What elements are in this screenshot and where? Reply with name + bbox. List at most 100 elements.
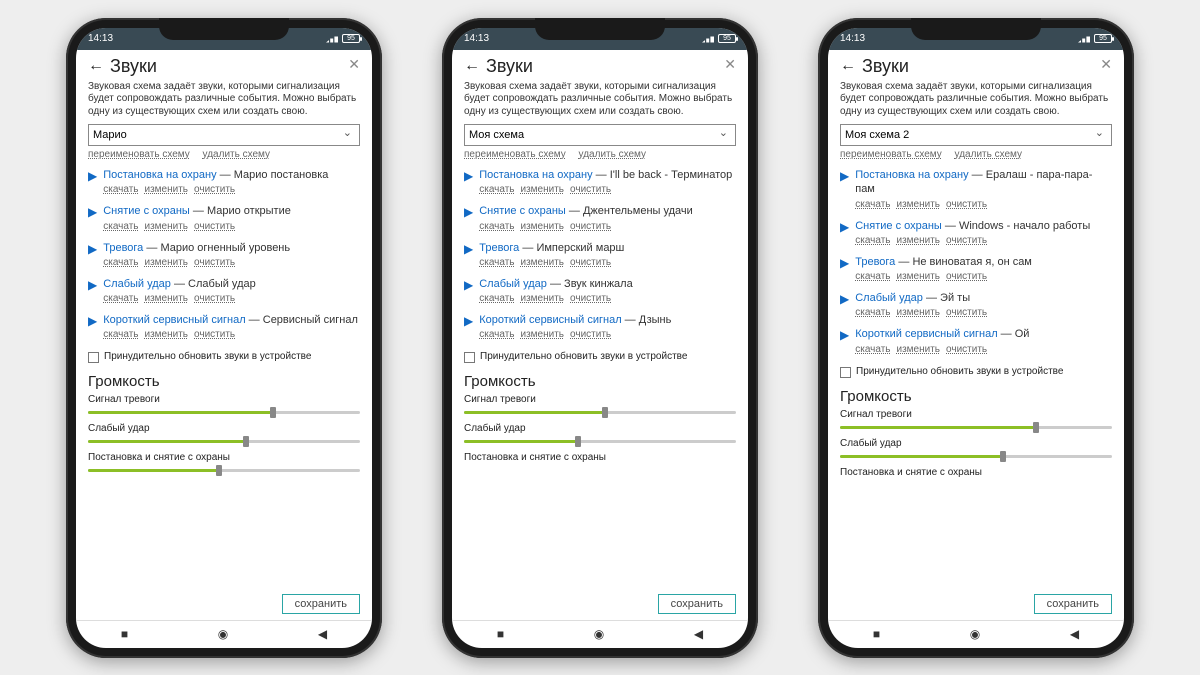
clear-link[interactable]: очистить (194, 293, 235, 304)
clear-link[interactable]: очистить (946, 307, 987, 318)
edit-link[interactable]: изменить (521, 293, 565, 304)
play-icon[interactable]: ▶ (840, 256, 849, 283)
download-link[interactable]: скачать (855, 344, 890, 355)
clear-link[interactable]: очистить (570, 184, 611, 195)
download-link[interactable]: скачать (855, 307, 890, 318)
delete-scheme-link[interactable]: удалить схему (203, 149, 271, 160)
download-link[interactable]: скачать (103, 221, 138, 232)
play-icon[interactable]: ▶ (464, 242, 473, 269)
clear-link[interactable]: очистить (194, 184, 235, 195)
nav-home-icon[interactable]: ◉ (594, 627, 604, 641)
play-icon[interactable]: ▶ (840, 220, 849, 247)
nav-recent-icon[interactable]: ■ (497, 627, 504, 641)
edit-link[interactable]: изменить (145, 257, 189, 268)
slider-light[interactable] (88, 436, 360, 446)
edit-link[interactable]: изменить (521, 184, 565, 195)
download-link[interactable]: скачать (103, 257, 138, 268)
clear-link[interactable]: очистить (946, 235, 987, 246)
slider-alarm[interactable] (88, 407, 360, 417)
slider-arm[interactable] (88, 465, 360, 475)
download-link[interactable]: скачать (479, 184, 514, 195)
edit-link[interactable]: изменить (897, 199, 941, 210)
close-icon[interactable]: ✕ (1100, 56, 1112, 73)
delete-scheme-link[interactable]: удалить схему (579, 149, 647, 160)
download-link[interactable]: скачать (855, 235, 890, 246)
clear-link[interactable]: очистить (194, 329, 235, 340)
rename-scheme-link[interactable]: переименовать схему (88, 149, 190, 160)
edit-link[interactable]: изменить (145, 329, 189, 340)
download-link[interactable]: скачать (855, 199, 890, 210)
back-icon[interactable]: ← (88, 57, 104, 75)
play-icon[interactable]: ▶ (464, 169, 473, 196)
checkbox-icon[interactable] (840, 367, 851, 378)
download-link[interactable]: скачать (479, 293, 514, 304)
play-icon[interactable]: ▶ (88, 314, 97, 341)
rename-scheme-link[interactable]: переименовать схему (840, 149, 942, 160)
edit-link[interactable]: изменить (897, 235, 941, 246)
play-icon[interactable]: ▶ (464, 314, 473, 341)
checkbox-icon[interactable] (464, 352, 475, 363)
nav-back-icon[interactable]: ◀ (318, 627, 327, 641)
scheme-select[interactable] (464, 124, 736, 146)
play-icon[interactable]: ▶ (88, 242, 97, 269)
force-update-row[interactable]: Принудительно обновить звуки в устройств… (88, 351, 360, 363)
play-icon[interactable]: ▶ (464, 278, 473, 305)
download-link[interactable]: скачать (479, 329, 514, 340)
download-link[interactable]: скачать (855, 271, 890, 282)
play-icon[interactable]: ▶ (840, 328, 849, 355)
back-icon[interactable]: ← (464, 57, 480, 75)
close-icon[interactable]: ✕ (348, 56, 360, 73)
nav-home-icon[interactable]: ◉ (970, 627, 980, 641)
nav-back-icon[interactable]: ◀ (694, 627, 703, 641)
play-icon[interactable]: ▶ (840, 292, 849, 319)
slider-light[interactable] (840, 451, 1112, 461)
play-icon[interactable]: ▶ (88, 205, 97, 232)
clear-link[interactable]: очистить (570, 293, 611, 304)
edit-link[interactable]: изменить (897, 271, 941, 282)
force-update-row[interactable]: Принудительно обновить звуки в устройств… (464, 351, 736, 363)
download-link[interactable]: скачать (103, 293, 138, 304)
play-icon[interactable]: ▶ (88, 278, 97, 305)
download-link[interactable]: скачать (479, 257, 514, 268)
nav-back-icon[interactable]: ◀ (1070, 627, 1079, 641)
save-button[interactable]: сохранить (658, 594, 736, 614)
download-link[interactable]: скачать (103, 329, 138, 340)
edit-link[interactable]: изменить (521, 221, 565, 232)
clear-link[interactable]: очистить (946, 199, 987, 210)
checkbox-icon[interactable] (88, 352, 99, 363)
nav-home-icon[interactable]: ◉ (218, 627, 228, 641)
nav-recent-icon[interactable]: ■ (121, 627, 128, 641)
force-update-row[interactable]: Принудительно обновить звуки в устройств… (840, 366, 1112, 378)
save-button[interactable]: сохранить (1034, 594, 1112, 614)
slider-alarm[interactable] (464, 407, 736, 417)
clear-link[interactable]: очистить (194, 221, 235, 232)
play-icon[interactable]: ▶ (840, 169, 849, 211)
download-link[interactable]: скачать (479, 221, 514, 232)
edit-link[interactable]: изменить (897, 344, 941, 355)
slider-alarm[interactable] (840, 422, 1112, 432)
edit-link[interactable]: изменить (897, 307, 941, 318)
edit-link[interactable]: изменить (145, 293, 189, 304)
play-icon[interactable]: ▶ (88, 169, 97, 196)
clear-link[interactable]: очистить (194, 257, 235, 268)
play-icon[interactable]: ▶ (464, 205, 473, 232)
back-icon[interactable]: ← (840, 57, 856, 75)
scheme-select[interactable] (840, 124, 1112, 146)
clear-link[interactable]: очистить (570, 257, 611, 268)
clear-link[interactable]: очистить (570, 221, 611, 232)
edit-link[interactable]: изменить (521, 329, 565, 340)
rename-scheme-link[interactable]: переименовать схему (464, 149, 566, 160)
scheme-select[interactable] (88, 124, 360, 146)
clear-link[interactable]: очистить (946, 271, 987, 282)
slider-light[interactable] (464, 436, 736, 446)
edit-link[interactable]: изменить (521, 257, 565, 268)
close-icon[interactable]: ✕ (724, 56, 736, 73)
edit-link[interactable]: изменить (145, 221, 189, 232)
nav-recent-icon[interactable]: ■ (873, 627, 880, 641)
save-button[interactable]: сохранить (282, 594, 360, 614)
delete-scheme-link[interactable]: удалить схему (955, 149, 1023, 160)
download-link[interactable]: скачать (103, 184, 138, 195)
edit-link[interactable]: изменить (145, 184, 189, 195)
clear-link[interactable]: очистить (570, 329, 611, 340)
clear-link[interactable]: очистить (946, 344, 987, 355)
